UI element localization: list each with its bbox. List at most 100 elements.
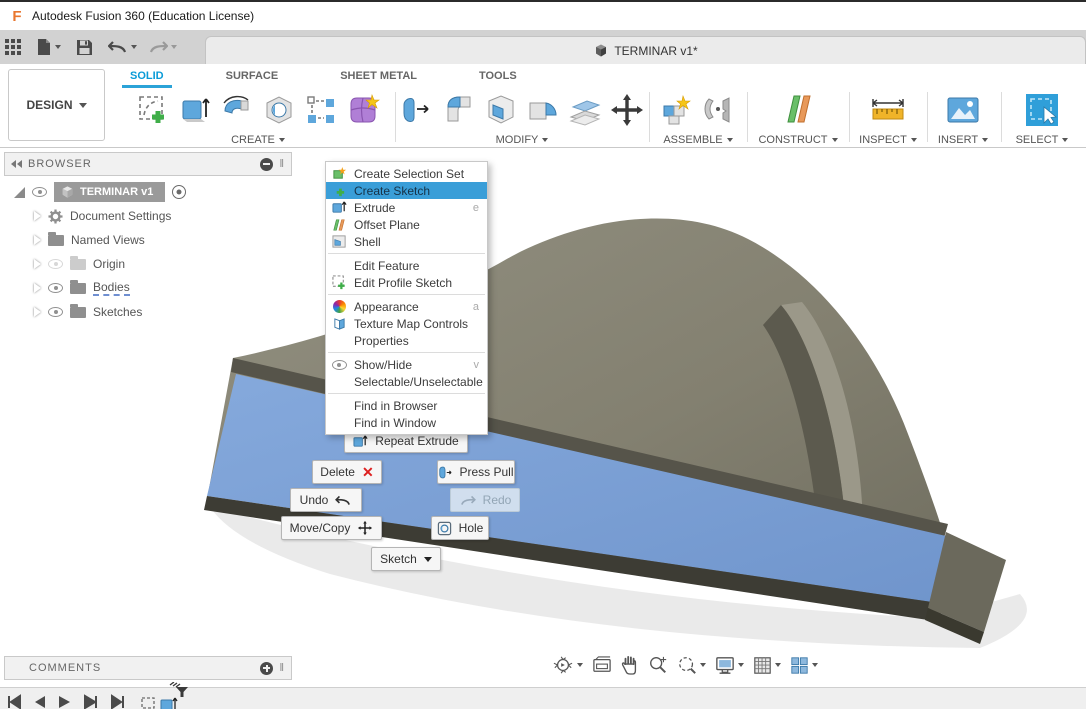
tree-item-bodies[interactable]: Bodies [26, 276, 138, 300]
menu-item-find-in-browser[interactable]: Find in Browser [326, 397, 487, 414]
menu-item-extrude[interactable]: Extrude e [326, 199, 487, 216]
group-inspect-dropdown[interactable]: INSPECT [850, 134, 926, 146]
fit-button[interactable] [677, 655, 706, 675]
browser-collapse-icon[interactable] [260, 157, 274, 171]
orbit-button[interactable] [552, 655, 583, 675]
create-form-button[interactable] [344, 91, 382, 129]
timeline-sketch-feature[interactable] [140, 694, 156, 709]
marking-undo-button[interactable]: Undo [290, 488, 362, 512]
marking-press-pull-button[interactable]: Press Pull [437, 460, 515, 484]
tree-item-origin[interactable]: Origin [26, 252, 134, 276]
workspace-selector[interactable]: DESIGN [8, 69, 105, 141]
move-copy-button[interactable] [608, 91, 646, 129]
create-sketch-button[interactable] [134, 91, 172, 129]
collapse-browser-icon[interactable] [11, 160, 22, 168]
look-at-button[interactable] [592, 656, 612, 674]
menu-item-properties[interactable]: Properties [326, 332, 487, 349]
tree-item-document-settings[interactable]: Document Settings [26, 204, 180, 228]
menu-item-texture-map-controls[interactable]: Texture Map Controls [326, 315, 487, 332]
menu-item-edit-feature[interactable]: Edit Feature [326, 257, 487, 274]
visibility-eye-icon[interactable] [48, 283, 63, 293]
combine-button[interactable] [524, 91, 562, 129]
comments-grip-handle[interactable]: ‖ [279, 662, 285, 674]
tab-sheet-metal[interactable]: SHEET METAL [332, 66, 425, 88]
root-visibility-eye-icon[interactable] [32, 187, 47, 197]
menu-item-create-selection-set[interactable]: Create Selection Set [326, 165, 487, 182]
tree-item-sketches[interactable]: Sketches [26, 300, 151, 324]
add-comment-icon[interactable] [260, 661, 274, 675]
offset-face-button[interactable] [566, 91, 604, 129]
timeline-play-button[interactable] [58, 694, 72, 709]
menu-item-edit-profile-sketch[interactable]: Edit Profile Sketch [326, 274, 487, 291]
chevron-right-icon[interactable] [34, 307, 41, 317]
shell-button[interactable] [482, 91, 520, 129]
marking-delete-button[interactable]: Delete ✕ [312, 460, 382, 484]
menu-item-offset-plane[interactable]: Offset Plane [326, 216, 487, 233]
chevron-right-icon[interactable] [34, 259, 41, 269]
file-menu-button[interactable] [36, 34, 61, 60]
visibility-eye-icon[interactable] [48, 307, 63, 317]
browser-grip-handle[interactable]: ‖ [279, 158, 285, 170]
chevron-right-icon[interactable] [34, 283, 41, 293]
tab-surface[interactable]: SURFACE [218, 66, 287, 88]
comments-panel: COMMENTS ‖ [4, 656, 292, 680]
display-settings-button[interactable] [715, 656, 744, 675]
extrude-button[interactable] [176, 91, 214, 129]
marking-redo-button[interactable]: Redo [450, 488, 520, 512]
viewport-canvas[interactable]: BROWSER ‖ TERMINAR v1 Document Settings … [0, 148, 1086, 686]
chevron-right-icon[interactable] [34, 235, 41, 245]
marking-move-copy-button[interactable]: Move/Copy [281, 516, 382, 540]
group-assemble-dropdown[interactable]: ASSEMBLE [652, 134, 744, 146]
menu-item-shell[interactable]: Shell [326, 233, 487, 250]
hole-button[interactable] [260, 91, 298, 129]
revolve-button[interactable] [218, 91, 256, 129]
empty-icon-slot [330, 333, 348, 348]
activate-component-radio[interactable] [172, 185, 187, 199]
root-component-chip[interactable]: TERMINAR v1 [54, 182, 166, 202]
select-button[interactable] [1023, 91, 1061, 129]
browser-header[interactable]: BROWSER ‖ [4, 152, 292, 176]
pan-button[interactable] [621, 655, 639, 675]
new-component-button[interactable] [658, 91, 696, 129]
save-button[interactable] [76, 34, 93, 60]
timeline-go-start-button[interactable] [6, 694, 22, 709]
menu-item-selectable-unselectable[interactable]: Selectable/Unselectable [326, 373, 487, 390]
tab-solid[interactable]: SOLID [122, 66, 172, 88]
group-create-dropdown[interactable]: CREATE [122, 134, 394, 146]
chevron-right-icon[interactable] [34, 211, 41, 221]
menu-item-find-in-window[interactable]: Find in Window [326, 414, 487, 431]
zoom-button[interactable] [648, 655, 668, 675]
measure-button[interactable] [869, 91, 907, 129]
group-modify-dropdown[interactable]: MODIFY [398, 134, 646, 146]
group-select-dropdown[interactable]: SELECT [1002, 134, 1082, 146]
group-insert-dropdown[interactable]: INSERT [928, 134, 998, 146]
grid-snap-button[interactable] [753, 656, 781, 675]
timeline-step-back-button[interactable] [32, 694, 46, 709]
timeline-go-end-button[interactable] [110, 694, 126, 709]
insert-canvas-button[interactable] [944, 91, 982, 129]
pattern-button[interactable] [302, 91, 340, 129]
menu-item-create-sketch[interactable]: Create Sketch [326, 182, 487, 199]
timeline-step-forward-button[interactable] [84, 694, 98, 709]
browser-root-row[interactable]: TERMINAR v1 [6, 180, 195, 204]
comments-header[interactable]: COMMENTS ‖ [4, 656, 292, 680]
tab-tools[interactable]: TOOLS [471, 66, 525, 88]
group-construct-dropdown[interactable]: CONSTRUCT [750, 134, 846, 146]
marking-hole-button[interactable]: Hole [431, 516, 489, 540]
joint-button[interactable] [700, 91, 738, 129]
visibility-eye-off-icon[interactable] [48, 259, 63, 269]
redo-button[interactable] [148, 34, 177, 60]
viewports-button[interactable] [790, 656, 818, 675]
menu-item-appearance[interactable]: Appearance a [326, 298, 487, 315]
expand-triangle-icon[interactable] [14, 186, 25, 198]
undo-button[interactable] [108, 34, 137, 60]
marking-sketch-button[interactable]: Sketch [371, 547, 441, 571]
document-tab[interactable]: TERMINAR v1* [205, 36, 1086, 64]
look-at-icon [593, 656, 611, 672]
tree-item-named-views[interactable]: Named Views [26, 228, 153, 252]
construct-plane-button[interactable] [779, 91, 817, 129]
menu-item-show-hide[interactable]: Show/Hide v [326, 356, 487, 373]
press-pull-button[interactable] [398, 91, 436, 129]
app-grid-button[interactable] [4, 34, 22, 60]
fillet-button[interactable] [440, 91, 478, 129]
